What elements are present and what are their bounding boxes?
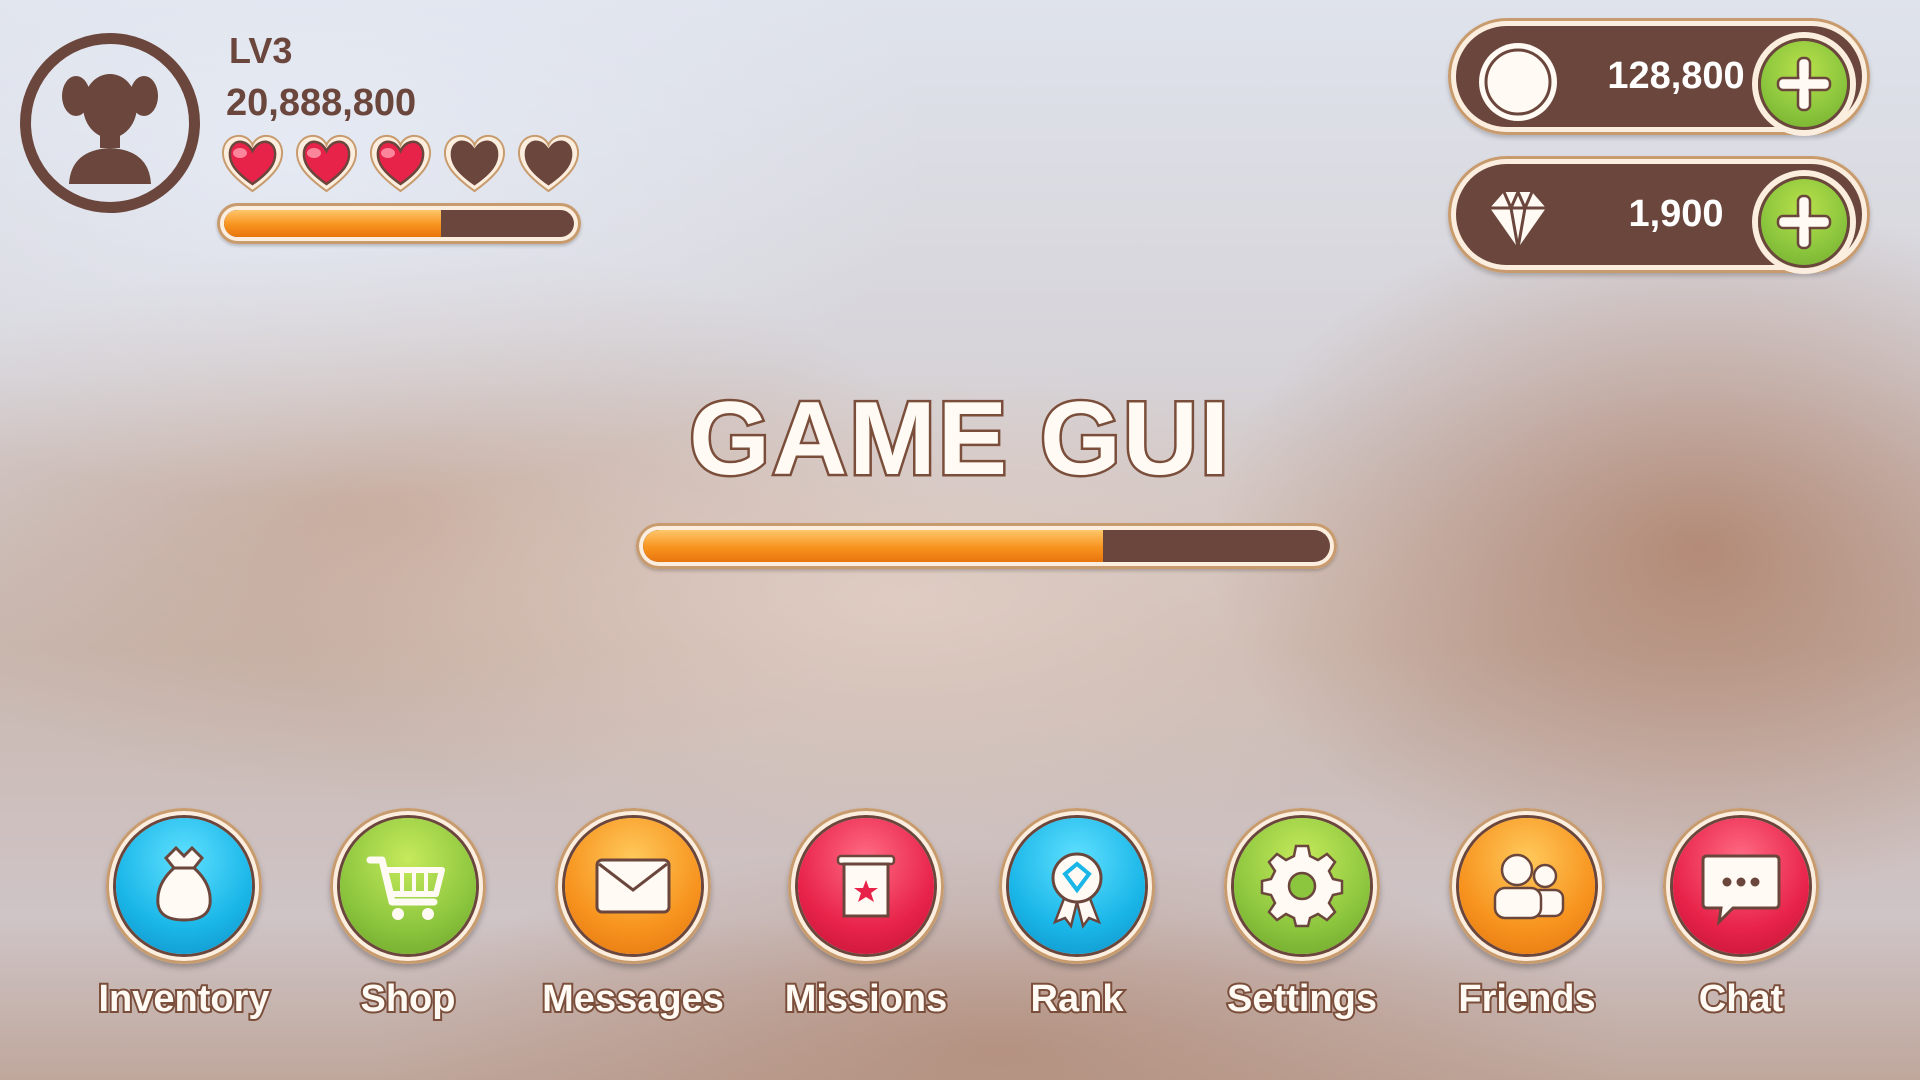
inventory-button-face[interactable]: [116, 818, 252, 954]
loading-progress-fill: [643, 530, 1104, 562]
friends-button[interactable]: Friends: [1447, 808, 1607, 1022]
gems-value: 1,900: [1628, 193, 1724, 235]
game-title: GAME GUI: [687, 379, 1232, 500]
friends-button-circle[interactable]: [1449, 808, 1605, 964]
coin-icon: [1479, 43, 1557, 121]
plus-icon: [1776, 194, 1832, 250]
ribbon-icon: [1051, 852, 1103, 929]
add-coins-button[interactable]: [1758, 38, 1850, 130]
player-level: LV3: [229, 30, 293, 71]
heart-full-icon: [220, 133, 285, 195]
xp-progress-bar: [217, 203, 581, 244]
inventory-button-circle[interactable]: [106, 808, 262, 964]
shop-button-face[interactable]: [340, 818, 476, 954]
chat-button-face[interactable]: [1673, 818, 1809, 954]
missions-button[interactable]: Missions: [783, 808, 949, 1022]
messages-button-face[interactable]: [565, 818, 701, 954]
rank-button-face[interactable]: [1009, 818, 1145, 954]
missions-button-face[interactable]: [798, 818, 934, 954]
loading-progress-bar: [636, 523, 1337, 569]
heart-empty-icon: [442, 133, 507, 195]
settings-button-face[interactable]: [1234, 818, 1370, 954]
envelope-icon: [595, 858, 671, 914]
chat-button-circle[interactable]: [1663, 808, 1819, 964]
cart-icon: [366, 856, 445, 920]
heart-full-icon: [368, 133, 433, 195]
add-gems-button[interactable]: [1758, 176, 1850, 268]
bag-icon: [156, 845, 212, 922]
settings-button-circle[interactable]: [1224, 808, 1380, 964]
messages-button-circle[interactable]: [555, 808, 711, 964]
rank-button[interactable]: Rank: [997, 808, 1157, 1022]
missions-button-circle[interactable]: [788, 808, 944, 964]
plus-icon: [1776, 56, 1832, 112]
inventory-button[interactable]: Inventory: [96, 808, 272, 1022]
scroll-icon: [836, 854, 896, 918]
heart-full-icon: [294, 133, 359, 195]
settings-button[interactable]: Settings: [1222, 808, 1382, 1022]
chat-label: Chat: [1697, 976, 1785, 1022]
shop-button[interactable]: Shop: [328, 808, 488, 1022]
friends-button-face[interactable]: [1459, 818, 1595, 954]
friends-icon: [1493, 853, 1565, 920]
heart-empty-icon: [516, 133, 581, 195]
diamond-icon: [1490, 188, 1546, 249]
messages-button[interactable]: Messages: [540, 808, 726, 1022]
gear-icon: [1260, 844, 1344, 928]
lives-hearts: [220, 133, 581, 197]
coins-counter: 128,800: [1448, 18, 1870, 135]
xp-progress-fill: [224, 210, 441, 237]
rank-button-circle[interactable]: [999, 808, 1155, 964]
girl-silhouette-icon: [62, 74, 158, 184]
player-avatar[interactable]: [20, 33, 200, 213]
chat-button[interactable]: Chat: [1661, 808, 1821, 1022]
coins-value: 128,800: [1607, 55, 1745, 97]
player-score: 20,888,800: [226, 82, 417, 124]
shop-button-circle[interactable]: [330, 808, 486, 964]
chat-icon: [1701, 854, 1781, 927]
gems-counter: 1,900: [1448, 156, 1870, 273]
